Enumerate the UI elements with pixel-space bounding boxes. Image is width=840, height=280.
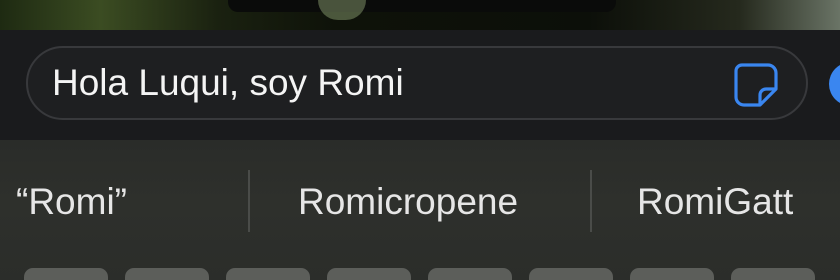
keyboard-key[interactable] <box>125 268 209 280</box>
keyboard-key[interactable] <box>731 268 815 280</box>
keyboard-key[interactable] <box>24 268 108 280</box>
keyboard-key[interactable] <box>529 268 613 280</box>
suggestion-romigatt[interactable]: RomiGatt <box>637 180 793 224</box>
keyboard-key[interactable] <box>327 268 411 280</box>
keyboard-key[interactable] <box>428 268 512 280</box>
background-figure <box>318 0 366 20</box>
suggestion-romicropene[interactable]: Romicropene <box>298 180 518 224</box>
messaging-screen: Hola Luqui, soy Romi “Romi” Romicropene … <box>0 0 840 280</box>
message-input-text[interactable]: Hola Luqui, soy Romi <box>52 61 404 105</box>
previous-message-card <box>228 0 616 12</box>
suggestion-divider <box>248 170 250 232</box>
suggestion-quoted-romi[interactable]: “Romi” <box>16 180 127 224</box>
keyboard-key[interactable] <box>630 268 714 280</box>
keyboard-key[interactable] <box>226 268 310 280</box>
message-input[interactable]: Hola Luqui, soy Romi <box>26 46 808 120</box>
suggestion-divider <box>590 170 592 232</box>
conversation-background-image <box>0 0 840 34</box>
sticker-icon[interactable] <box>732 61 780 109</box>
